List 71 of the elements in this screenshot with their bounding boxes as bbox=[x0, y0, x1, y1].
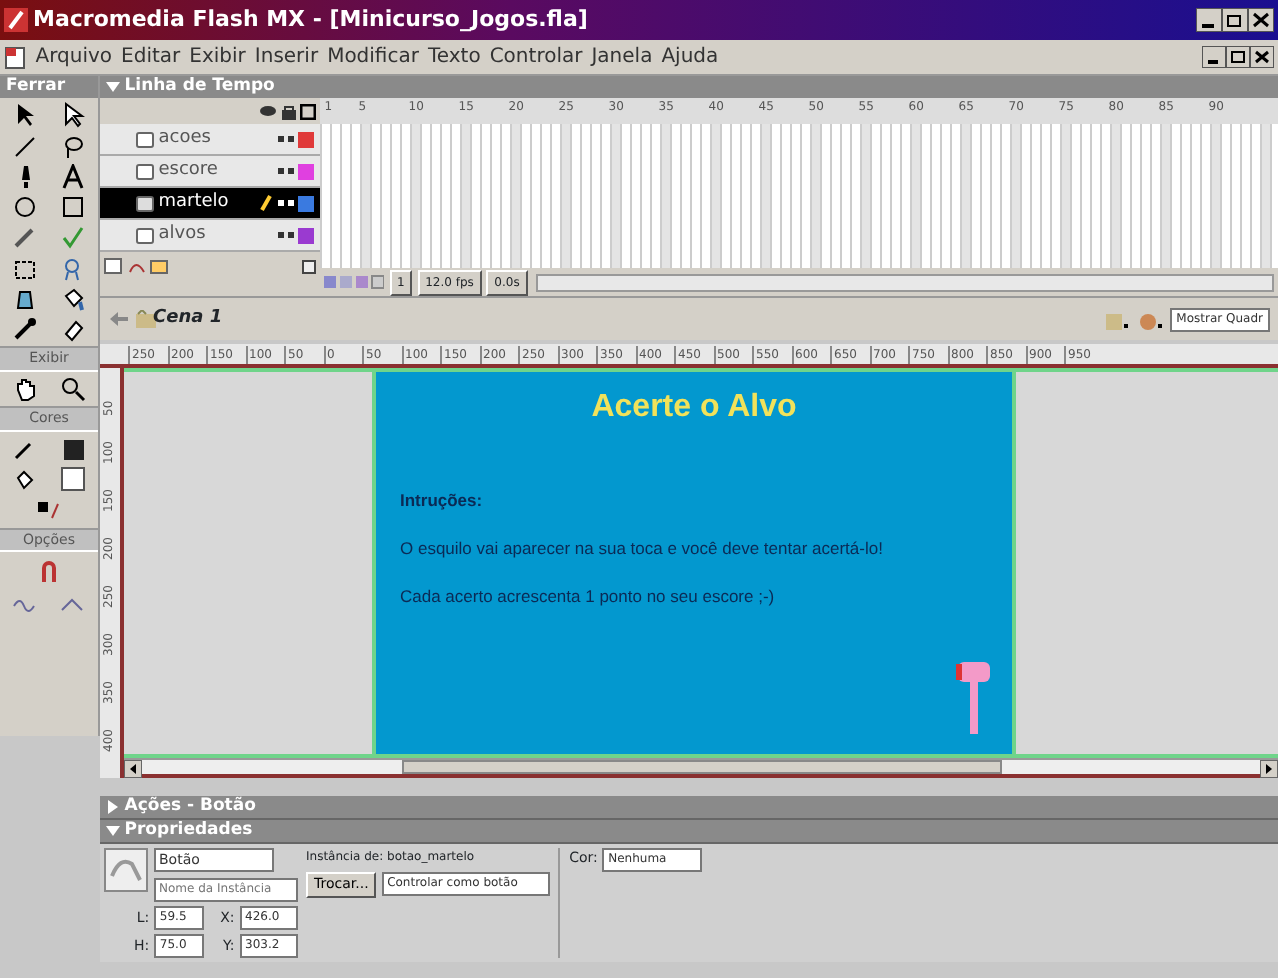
scene-icon bbox=[136, 310, 156, 328]
stroke-swatch-icon[interactable] bbox=[59, 436, 86, 462]
panel-title: Ferrar bbox=[0, 76, 98, 98]
magnet-icon[interactable] bbox=[36, 557, 62, 583]
subselect-icon[interactable] bbox=[59, 102, 86, 129]
layer-row[interactable]: martelo bbox=[100, 188, 320, 220]
layer-row[interactable]: escore bbox=[100, 156, 320, 188]
pencil-icon[interactable] bbox=[12, 224, 39, 251]
instructions-heading: Intruções: bbox=[400, 488, 483, 514]
eyedropper-icon[interactable] bbox=[12, 316, 39, 342]
menu-item[interactable]: Inserir bbox=[254, 42, 319, 72]
layer-row[interactable]: acoes bbox=[100, 124, 320, 156]
oval-icon[interactable] bbox=[12, 194, 39, 220]
layer-name: martelo bbox=[158, 189, 231, 216]
edit-scene-icon[interactable] bbox=[1104, 309, 1129, 329]
arrow-icon[interactable] bbox=[12, 102, 39, 129]
restore-icon[interactable] bbox=[1221, 8, 1248, 32]
layer-name: alvos bbox=[158, 221, 208, 248]
ink-bottle-icon[interactable] bbox=[12, 285, 39, 312]
outline-icon bbox=[299, 103, 316, 119]
lasso-icon[interactable] bbox=[59, 133, 86, 159]
transform-icon[interactable] bbox=[12, 255, 39, 281]
add-folder-icon[interactable] bbox=[149, 258, 168, 274]
menu-item[interactable]: Exibir bbox=[189, 42, 246, 72]
fill-color-icon[interactable] bbox=[12, 466, 39, 493]
hand-icon[interactable] bbox=[12, 376, 39, 402]
close-icon[interactable] bbox=[1249, 46, 1274, 68]
layer-name: acoes bbox=[158, 125, 213, 152]
text-icon[interactable] bbox=[59, 163, 86, 190]
trash-icon[interactable] bbox=[301, 258, 316, 274]
minimize-icon[interactable] bbox=[1201, 46, 1226, 68]
add-layer-icon[interactable] bbox=[104, 258, 123, 274]
instruction-text: O esquilo vai aparecer na sua toca e você deve tentar acertá-lo! bbox=[400, 535, 883, 561]
menu-item[interactable]: Texto bbox=[427, 42, 481, 72]
menu-item[interactable]: Editar bbox=[121, 42, 181, 72]
expanded-triangle-icon[interactable] bbox=[106, 80, 120, 94]
flash-logo-icon bbox=[4, 8, 29, 32]
panel-title: Linha de Tempo bbox=[124, 76, 275, 98]
swap-colors-icon[interactable] bbox=[36, 497, 62, 523]
menu-item[interactable]: Controlar bbox=[489, 42, 583, 72]
restore-icon[interactable] bbox=[1225, 46, 1250, 68]
minimize-icon[interactable] bbox=[1195, 8, 1222, 32]
menu-item[interactable]: Modificar bbox=[327, 42, 419, 72]
expanded-triangle-icon[interactable] bbox=[106, 824, 120, 838]
edit-symbol-icon[interactable] bbox=[1137, 309, 1162, 329]
scroll-left-icon[interactable] bbox=[124, 760, 142, 778]
eraser-icon[interactable] bbox=[59, 316, 86, 342]
line-icon[interactable] bbox=[12, 133, 39, 159]
add-guide-icon[interactable] bbox=[127, 258, 145, 274]
lock-icon bbox=[281, 103, 295, 119]
layer-name: escore bbox=[158, 157, 220, 184]
button-symbol-icon bbox=[104, 848, 149, 893]
paint-bucket-icon[interactable] bbox=[59, 285, 86, 312]
document-icon bbox=[4, 45, 27, 69]
scene-name[interactable]: Cena 1 bbox=[153, 305, 223, 333]
stage-title: Acerte o Alvo bbox=[591, 388, 797, 428]
rectangle-icon[interactable] bbox=[59, 194, 86, 220]
instruction-text: Cada acerto acrescenta 1 ponto no seu escore ;-) bbox=[400, 583, 775, 609]
eye-icon bbox=[260, 104, 277, 118]
menu-item[interactable]: Janela bbox=[591, 42, 653, 72]
window-title: Macromedia Flash MX - [Minicurso_Jogos.fla] bbox=[33, 3, 590, 36]
horizontal-scrollbar[interactable] bbox=[536, 273, 1274, 291]
collapsed-triangle-icon[interactable] bbox=[106, 800, 120, 814]
scroll-right-icon[interactable] bbox=[1260, 760, 1278, 778]
menu-item[interactable]: Ajuda bbox=[661, 42, 719, 72]
scrollbar-thumb[interactable] bbox=[401, 760, 1001, 774]
layer-row[interactable]: alvos bbox=[100, 220, 320, 252]
menu-item[interactable]: Arquivo bbox=[35, 42, 113, 72]
zoom-icon[interactable] bbox=[59, 376, 86, 402]
fill-swatch-icon[interactable] bbox=[59, 466, 86, 493]
close-icon[interactable] bbox=[1247, 8, 1274, 32]
